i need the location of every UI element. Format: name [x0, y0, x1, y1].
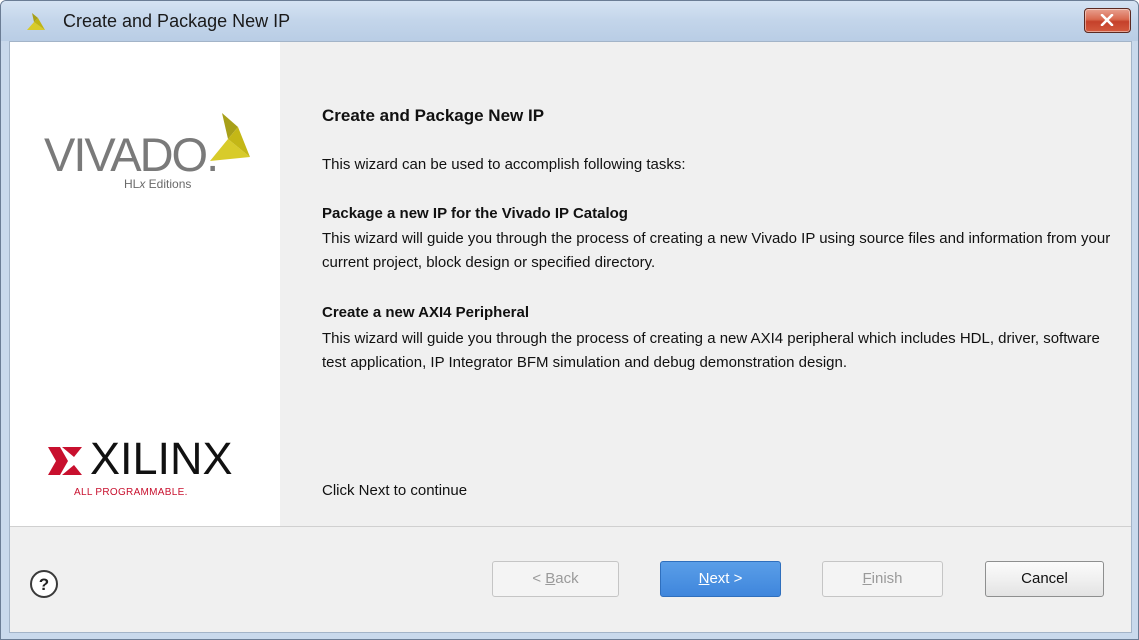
- title-bar[interactable]: Create and Package New IP: [1, 1, 1138, 41]
- page-title: Create and Package New IP: [322, 106, 545, 125]
- footer-divider: [10, 526, 1131, 527]
- hlx-editions-label: HLx Editions: [124, 177, 192, 191]
- window-title: Create and Package New IP: [63, 11, 291, 31]
- help-glyph: ?: [39, 575, 49, 594]
- back-button[interactable]: < Back: [492, 561, 619, 597]
- cancel-button[interactable]: Cancel: [985, 561, 1104, 597]
- wizard-window: Create and Package New IP VIVADO. HLx Ed…: [0, 0, 1139, 640]
- vivado-leaf-icon: [27, 13, 45, 30]
- close-icon: [1100, 14, 1114, 26]
- finish-button[interactable]: Finish: [822, 561, 943, 597]
- xilinx-logo-icon: [48, 447, 82, 475]
- intro-text: This wizard can be used to accomplish fo…: [322, 156, 686, 173]
- wizard-body: VIVADO. HLx Editions XILINX ALL PROGRAMM…: [9, 41, 1132, 633]
- task-title-axi4-peripheral: Create a new AXI4 Peripheral: [322, 304, 530, 321]
- continue-hint: Click Next to continue: [322, 482, 468, 499]
- vivado-logo-icon: [210, 113, 250, 161]
- task-title-package-ip: Package a new IP for the Vivado IP Catal…: [322, 205, 628, 222]
- help-icon[interactable]: ?: [28, 568, 60, 600]
- vivado-logo-text: VIVADO.: [44, 128, 219, 181]
- task-description-package-ip: This wizard will guide you through the p…: [322, 230, 1111, 271]
- task-description-axi4-peripheral: This wizard will guide you through the p…: [322, 330, 1100, 371]
- xilinx-logo-text: XILINX: [90, 433, 233, 484]
- close-button[interactable]: [1084, 8, 1131, 33]
- next-button[interactable]: Next >: [660, 561, 781, 597]
- branding-panel: VIVADO. HLx Editions XILINX ALL PROGRAMM…: [10, 42, 280, 526]
- all-programmable-tagline: ALL PROGRAMMABLE.: [74, 487, 188, 498]
